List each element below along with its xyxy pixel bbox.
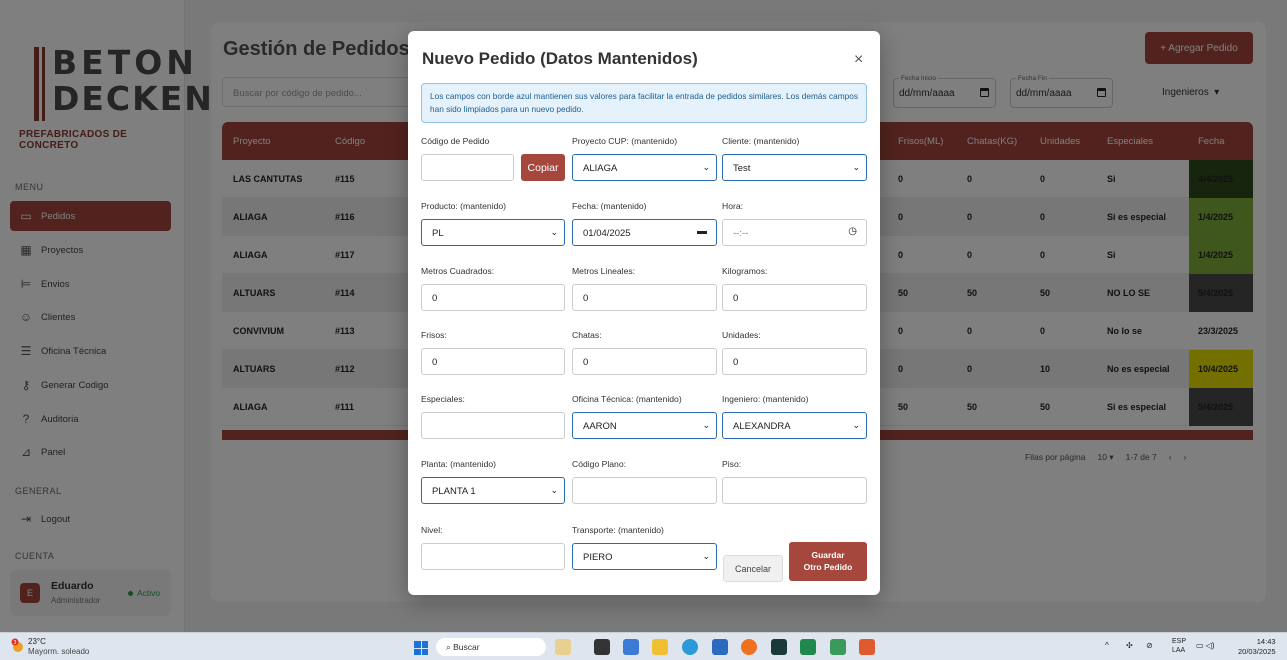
ingeniero-select[interactable]: ALEXANDRA ⌄ [722,412,867,439]
clock-icon: ◷ [848,226,857,237]
chatas-input[interactable]: 0 [572,348,717,375]
chevron-down-icon: ⌄ [702,551,710,561]
dialog-title: Nuevo Pedido (Datos Mantenidos) [422,49,698,68]
nivel-input[interactable] [421,543,565,570]
volume-icon[interactable]: ▭ ◁) [1196,641,1215,650]
transporte-label: Transporte: (mantenido) [572,525,664,535]
network-icon[interactable]: ⊘ [1146,641,1153,650]
unidades-label: Unidades: [722,330,761,340]
ml-label: Metros Lineales: [572,266,636,276]
cliente-label: Cliente: (mantenido) [722,136,800,146]
frisos-label: Frisos: [421,330,447,340]
chevron-down-icon: ⌄ [550,227,558,237]
especiales-input[interactable] [421,412,565,439]
m2-input[interactable]: 0 [421,284,565,311]
app-icon[interactable] [859,639,875,655]
ingeniero-label: Ingeniero: (mantenido) [722,394,809,404]
hora-input[interactable]: --:-- ◷ [722,219,867,246]
kg-input[interactable]: 0 [722,284,867,311]
chatas-label: Chatas: [572,330,602,340]
plano-label: Código Plano: [572,459,626,469]
chevron-down-icon: ⌄ [852,162,860,172]
producto-select[interactable]: PL ⌄ [421,219,565,246]
svg-text:3: 3 [13,640,16,646]
piso-label: Piso: [722,459,742,469]
piso-input[interactable] [722,477,867,504]
planta-label: Planta: (mantenido) [421,459,496,469]
especiales-label: Especiales: [421,394,465,404]
chevron-down-icon: ⌄ [550,485,558,495]
nivel-label: Nivel: [421,525,443,535]
file-explorer-icon[interactable] [652,639,668,655]
chevron-down-icon: ⌄ [702,420,710,430]
unidades-input[interactable]: 0 [722,348,867,375]
taskbar: 3 23°C Mayorm. soleado ⌕ Buscar ^ ✣ ⊘ ESP… [0,632,1287,660]
transporte-select[interactable]: PIERO ⌄ [572,543,717,570]
info-alert: Los campos con borde azul mantienen sus … [421,83,867,123]
producto-label: Producto: (mantenido) [421,201,507,211]
new-order-dialog: Nuevo Pedido (Datos Mantenidos) × Los ca… [408,31,880,595]
chevron-up-icon[interactable]: ^ [1105,641,1109,650]
save-another-button[interactable]: Guardar Otro Pedido [789,542,867,581]
app-icon[interactable] [712,639,728,655]
app-icon[interactable] [830,639,846,655]
close-icon[interactable]: × [854,51,863,69]
windows-start-icon[interactable] [414,641,428,655]
chevron-down-icon: ⌄ [702,162,710,172]
app-icon[interactable] [741,639,757,655]
app-icon[interactable] [771,639,787,655]
ml-input[interactable]: 0 [572,284,717,311]
fecha-label: Fecha: (mantenido) [572,201,647,211]
cliente-select[interactable]: Test ⌄ [722,154,867,181]
fecha-input[interactable]: 01/04/2025 ▬ [572,219,717,246]
taskbar-search[interactable]: ⌕ Buscar [436,638,546,656]
app-icon[interactable] [623,639,639,655]
proyecto-label: Proyecto CUP: (mantenido) [572,136,678,146]
codigo-input[interactable] [421,154,514,181]
cancel-button[interactable]: Cancelar [723,555,783,582]
calendar-icon: ▬ [697,226,707,237]
proyecto-select[interactable]: ALIAGA ⌄ [572,154,717,181]
language-indicator[interactable]: ESP LAA [1172,637,1186,655]
copy-button[interactable]: Copiar [521,154,565,181]
clock[interactable]: 14:43 20/03/2025 [1238,637,1276,657]
hora-label: Hora: [722,201,744,211]
widgets-icon[interactable] [555,639,571,655]
task-view-icon[interactable] [594,639,610,655]
planta-select[interactable]: PLANTA 1 ⌄ [421,477,565,504]
m2-label: Metros Cuadrados: [421,266,495,276]
frisos-input[interactable]: 0 [421,348,565,375]
excel-icon[interactable] [800,639,816,655]
oficina-label: Oficina Técnica: (mantenido) [572,394,682,404]
chevron-down-icon: ⌄ [852,420,860,430]
oficina-select[interactable]: AARON ⌄ [572,412,717,439]
chrome-icon[interactable] [682,639,698,655]
plano-input[interactable] [572,477,717,504]
weather-sun-icon: 3 [11,638,23,652]
kg-label: Kilogramos: [722,266,768,276]
codigo-label: Código de Pedido [421,136,490,146]
app-tray-icon[interactable]: ✣ [1126,641,1133,650]
